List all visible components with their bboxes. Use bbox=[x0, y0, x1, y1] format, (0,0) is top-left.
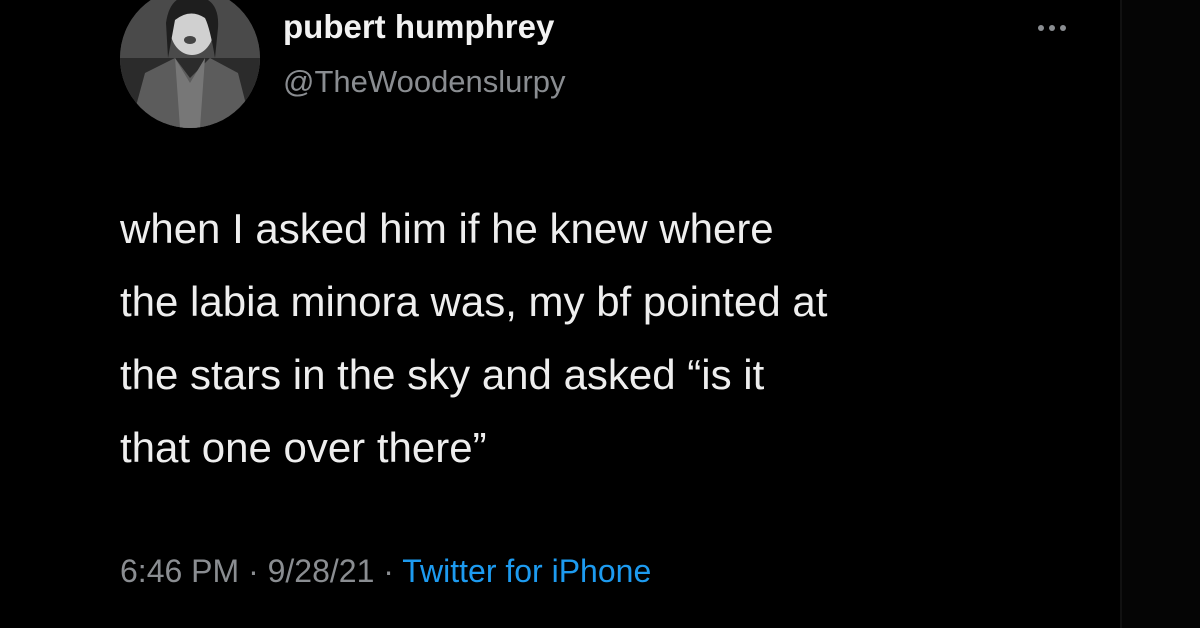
profile-photo-icon bbox=[120, 0, 260, 128]
dot bbox=[1060, 25, 1066, 31]
tweet-card: pubert humphrey @TheWoodenslurpy when I … bbox=[0, 0, 1200, 628]
ellipsis-icon[interactable] bbox=[1028, 18, 1076, 38]
tweet-date[interactable]: 9/28/21 bbox=[268, 553, 375, 589]
side-panel-edge bbox=[1120, 0, 1200, 628]
tweet-time[interactable]: 6:46 PM bbox=[120, 553, 239, 589]
separator: · bbox=[383, 553, 394, 589]
tweet-text-line: when I asked him if he knew where bbox=[120, 205, 774, 252]
tweet-metadata: 6:46 PM · 9/28/21 · Twitter for iPhone bbox=[120, 553, 651, 590]
dot bbox=[1038, 25, 1044, 31]
tweet-text-line: the labia minora was, my bf pointed at bbox=[120, 278, 828, 325]
avatar[interactable] bbox=[120, 0, 260, 128]
dot bbox=[1049, 25, 1055, 31]
tweet-source-link[interactable]: Twitter for iPhone bbox=[402, 553, 651, 589]
tweet-text: when I asked him if he knew where the la… bbox=[120, 192, 1110, 484]
tweet-text-line: the stars in the sky and asked “is it bbox=[120, 351, 765, 398]
author-handle[interactable]: @TheWoodenslurpy bbox=[283, 64, 565, 100]
author-display-name[interactable]: pubert humphrey bbox=[283, 8, 554, 46]
separator: · bbox=[248, 553, 259, 589]
tweet-text-line: that one over there” bbox=[120, 424, 487, 471]
